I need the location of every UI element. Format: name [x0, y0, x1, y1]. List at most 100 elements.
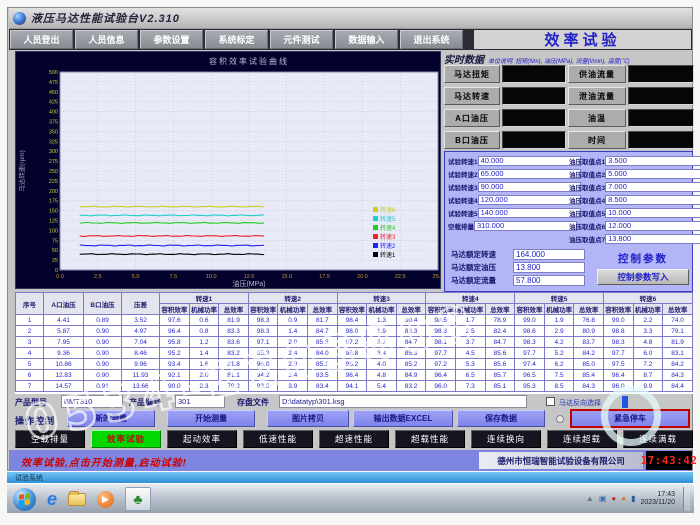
tray-network-icon[interactable]: ▣: [599, 495, 607, 503]
test-mode-button-8[interactable]: 连续满载: [623, 430, 693, 448]
test-mode-button-3[interactable]: 低速性能: [243, 430, 313, 448]
test-mode-button-5[interactable]: 超载性能: [395, 430, 465, 448]
test-mode-button-2[interactable]: 起动效率: [167, 430, 237, 448]
speed-param-4-input[interactable]: [478, 195, 581, 205]
table-row: 714.570.9113.6690.02.379.293.83.983.494.…: [16, 381, 693, 392]
pressure-point-7-input[interactable]: [605, 234, 700, 244]
reverse-checkbox[interactable]: [546, 397, 555, 406]
pressure-point-1-input[interactable]: [605, 156, 700, 166]
save-file-input[interactable]: [279, 395, 527, 408]
folder-icon[interactable]: [68, 493, 86, 506]
y-tick-label: 200: [49, 189, 58, 195]
ie-browser-icon[interactable]: e: [47, 489, 57, 509]
menu-item-4[interactable]: 元件测试: [270, 30, 333, 49]
pressure-point-4-input[interactable]: [605, 195, 700, 205]
cell-r3-c4: 95.8: [160, 337, 190, 348]
results-table: 序号A口油压B口油压压差转速1转速2转速3转速4转速5转速6容积效率机械功率总效…: [15, 292, 693, 392]
speed-param-5-input[interactable]: [478, 208, 581, 218]
cell-r5-c6: 81.8: [219, 359, 249, 370]
rt-label-left-1: 马达转速: [444, 87, 500, 105]
operation-button-1[interactable]: 开始测量: [167, 410, 255, 427]
cell-r6-c10: 96.4: [337, 370, 367, 381]
speed-param-1-input[interactable]: [478, 156, 581, 166]
cell-r3-c17: 4.2: [544, 337, 574, 348]
y-tick-label: 250: [49, 169, 58, 175]
test-mode-button-6[interactable]: 连续换向: [471, 430, 541, 448]
operation-button-0[interactable]: 新的测量: [67, 410, 155, 427]
cell-r7-c2: 0.91: [84, 381, 122, 392]
y-tick-label: 225: [49, 179, 58, 185]
menu-item-0[interactable]: 人员登出: [10, 30, 73, 49]
cell-r2-c1: 5.87: [44, 326, 84, 337]
product-code-input[interactable]: [175, 395, 225, 408]
operation-button-4[interactable]: 保存数据: [457, 410, 545, 427]
tray-volume-icon[interactable]: ●: [621, 495, 626, 503]
product-model-input[interactable]: [61, 395, 123, 408]
product-model-label: 产品型号: [15, 397, 47, 408]
cell-r1-c2: 0.89: [84, 315, 122, 326]
rated-input-2[interactable]: [513, 275, 585, 286]
background-window-strip[interactable]: 试验系统: [7, 472, 693, 483]
speed-param-2-input[interactable]: [478, 169, 581, 179]
test-mode-button-0[interactable]: 空载排量: [15, 430, 85, 448]
legend-swatch-转速3: [373, 234, 378, 239]
y-axis-label: 马达转速(rpm): [17, 150, 26, 192]
cell-r1-c9: 81.7: [308, 315, 338, 326]
cell-r7-c20: 9.9: [633, 381, 663, 392]
show-desktop-button[interactable]: [683, 487, 690, 511]
cell-r7-c12: 83.2: [396, 381, 426, 392]
speed-param-1-label: 试验转速1: [448, 156, 478, 166]
test-mode-button-4[interactable]: 超速性能: [319, 430, 389, 448]
cell-r1-c21: 74.0: [663, 315, 693, 326]
units-note: 单位说明: 扭矩(Nm), 油压(MPa), 流量(l/min), 温度(℃): [488, 56, 630, 65]
y-tick-label: 475: [49, 80, 58, 86]
rt-label-right-2: 油温: [568, 109, 626, 127]
cell-r6-c11: 4.8: [367, 370, 397, 381]
menu-item-5[interactable]: 数据输入: [335, 30, 398, 49]
menu-item-2[interactable]: 参数设置: [140, 30, 203, 49]
speed-param-5-row: 试验转速5: [448, 206, 566, 219]
cell-r2-c12: 83.3: [396, 326, 426, 337]
pressure-point-2-row: 油压取值点2: [569, 167, 692, 180]
test-mode-button-1[interactable]: 效率试验: [91, 430, 161, 448]
cell-r7-c17: 8.5: [544, 381, 574, 392]
speed-param-3-input[interactable]: [478, 182, 581, 192]
pressure-point-2-input[interactable]: [605, 169, 700, 179]
cell-r1-c19: 99.0: [603, 315, 633, 326]
cell-r6-c16: 96.5: [515, 370, 545, 381]
tray-alert-icon[interactable]: ●: [611, 495, 616, 503]
tray-expand-icon[interactable]: ▲: [586, 495, 594, 503]
sub-header-6-2: 总效率: [663, 304, 693, 315]
speed-param-6-input[interactable]: [474, 221, 577, 231]
test-mode-button-7[interactable]: 连续超载: [547, 430, 617, 448]
cell-r4-c1: 9.36: [44, 348, 84, 359]
rated-input-1[interactable]: [513, 262, 585, 273]
pressure-point-6-input[interactable]: [605, 221, 700, 231]
rated-row-1: 马达额定油压: [451, 261, 585, 274]
write-control-params-button[interactable]: 控制参数写入: [597, 269, 689, 285]
rt-value-right-0: [628, 65, 694, 83]
operation-button-2[interactable]: 图片拷贝: [267, 410, 349, 427]
media-player-icon[interactable]: ▶: [97, 491, 114, 508]
test-app-taskbar-icon[interactable]: ♣: [125, 487, 151, 511]
legend-swatch-转速6: [373, 207, 378, 212]
menu-item-6[interactable]: 退出系统: [400, 30, 463, 49]
cell-r1-c4: 97.6: [160, 315, 190, 326]
cell-r5-c9: 85.1: [308, 359, 338, 370]
cell-r7-c5: 2.3: [189, 381, 219, 392]
cell-r4-c4: 95.2: [160, 348, 190, 359]
operation-button-3[interactable]: 输出数据EXCEL: [353, 410, 453, 427]
rated-input-0[interactable]: [513, 249, 585, 260]
sub-header-3-2: 总效率: [396, 304, 426, 315]
pressure-point-3-input[interactable]: [605, 182, 700, 192]
pressure-point-5-input[interactable]: [605, 208, 700, 218]
tray-usb-icon[interactable]: ▮: [631, 495, 635, 503]
cell-r6-c21: 84.3: [663, 370, 693, 381]
menu-item-3[interactable]: 系统标定: [205, 30, 268, 49]
cell-r4-c20: 6.0: [633, 348, 663, 359]
rt-value-left-3: [502, 131, 566, 149]
start-button[interactable]: [13, 488, 36, 511]
emergency-stop-button[interactable]: 紧急停车: [571, 410, 689, 427]
menu-item-1[interactable]: 人员信息: [75, 30, 138, 49]
taskbar-clock[interactable]: 17:43 2023/11/20: [640, 491, 678, 507]
